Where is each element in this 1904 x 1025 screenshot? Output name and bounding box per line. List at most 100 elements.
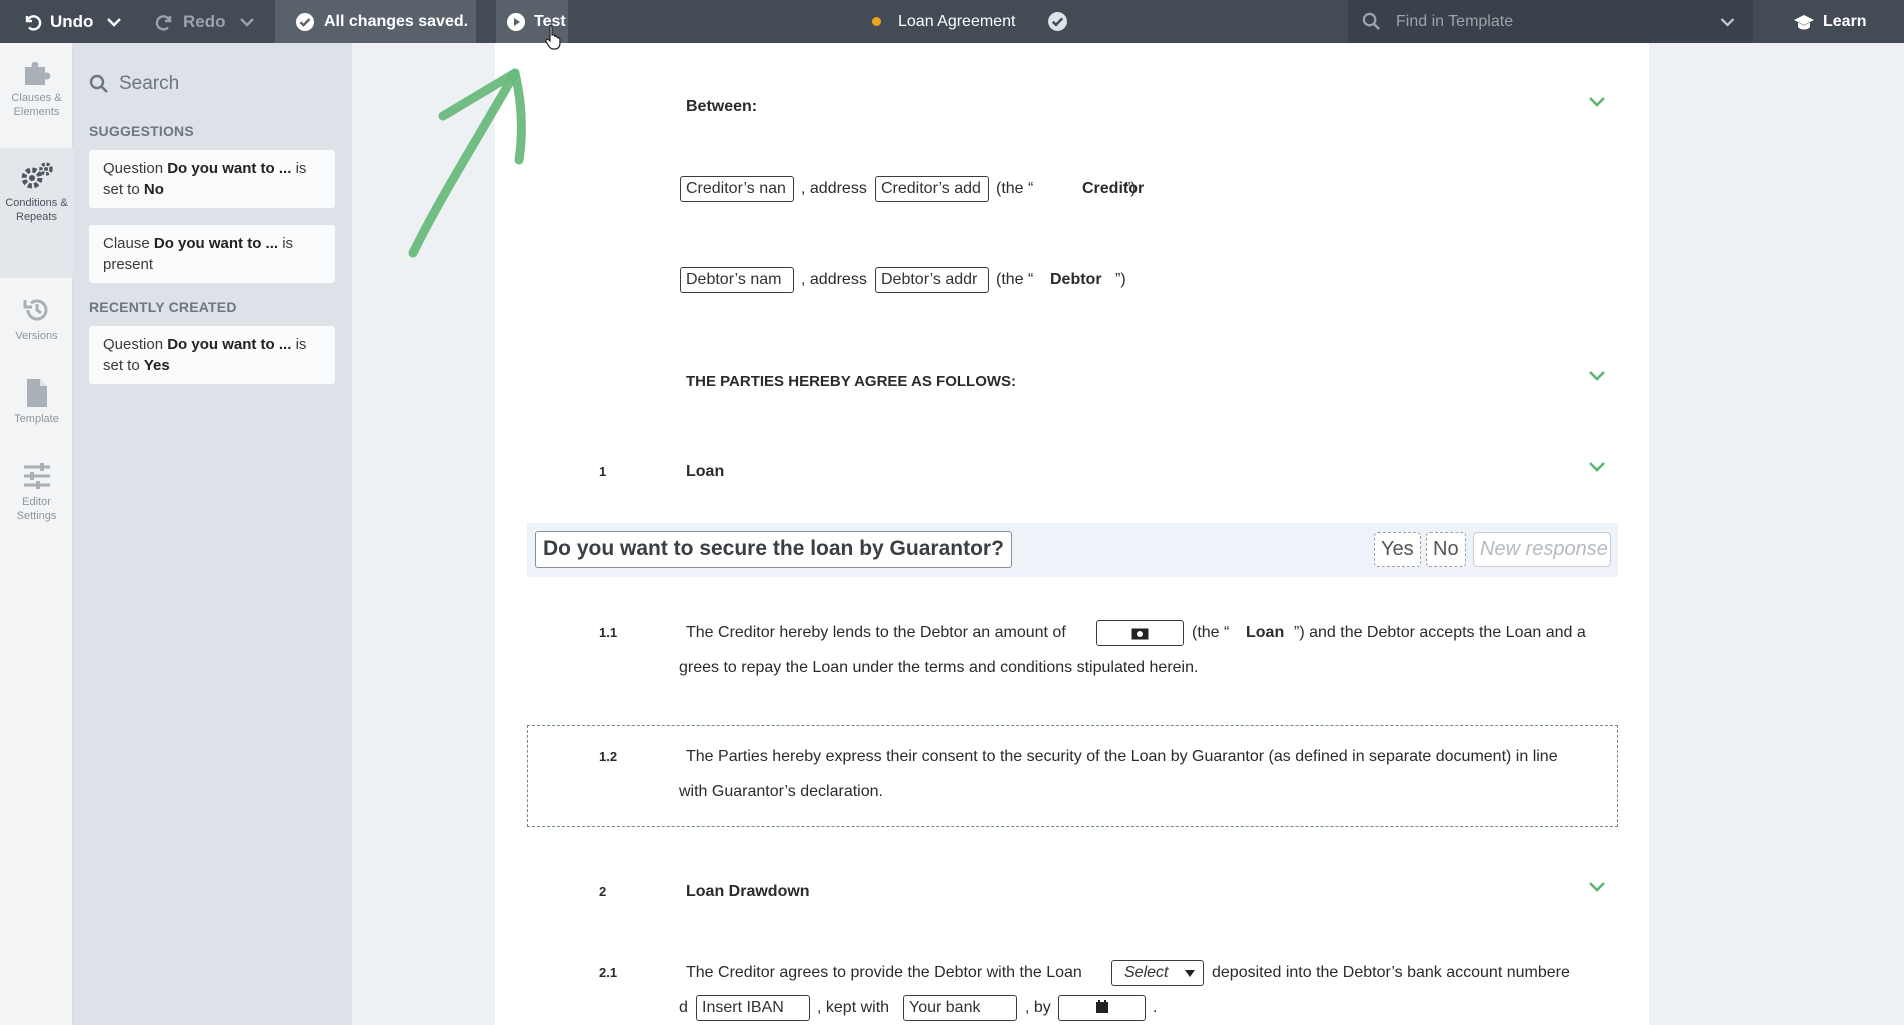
status-dot — [872, 17, 881, 26]
play-circle-icon — [507, 12, 525, 31]
new-response-input[interactable]: New response — [1473, 532, 1611, 567]
clause-text: deposited into the Debtor’s bank account… — [1212, 964, 1570, 981]
redo-label: Redo — [183, 11, 226, 31]
debtor-definition: Debtor — [1050, 271, 1102, 288]
rail-item-clauses[interactable]: Clauses & Elements — [0, 57, 73, 119]
bank-field[interactable]: Your bank — [903, 995, 1017, 1021]
clause-text: , kept with — [817, 999, 890, 1016]
search-icon — [1362, 12, 1380, 30]
clause-text: The Parties hereby express their consent… — [686, 748, 1558, 765]
save-status-label: All changes saved. — [324, 12, 469, 30]
section-title-loan-drawdown: Loan Drawdown — [686, 883, 810, 900]
clause-text: . — [1153, 999, 1158, 1016]
section-number: 2 — [599, 884, 607, 899]
section-title-loan: Loan — [686, 463, 725, 480]
address-text: , address — [801, 180, 867, 197]
the-open-text: (the “ — [996, 271, 1034, 288]
chevron-down-icon[interactable] — [107, 17, 122, 27]
card-prefix: Clause — [103, 235, 150, 252]
clause-text: with Guarantor’s declaration. — [679, 783, 883, 800]
clause-text: grees to repay the Loan under the terms … — [679, 659, 1199, 676]
question-guarantor: Do you want to secure the loan by Guaran… — [527, 523, 1618, 577]
suggestion-card[interactable]: Clause Do you want to ... is present — [89, 225, 335, 283]
clause-text: , by — [1025, 999, 1051, 1016]
between-heading: Between: — [686, 98, 758, 115]
rail-item-conditions[interactable]: Conditions & Repeats — [0, 148, 73, 278]
clause-text: The Creditor hereby lends to the Debtor … — [686, 624, 1066, 641]
clause-number: 2.1 — [599, 965, 618, 980]
option-yes-button[interactable]: Yes — [1374, 532, 1421, 567]
option-no-button[interactable]: No — [1426, 532, 1466, 567]
sliders-icon — [23, 463, 50, 489]
rail-item-versions[interactable]: Versions — [0, 295, 73, 343]
chevron-down-icon[interactable] — [239, 17, 254, 27]
loan-definition: Loan — [1246, 624, 1285, 641]
suggestions-heading: SUGGESTIONS — [89, 123, 194, 139]
address-text: , address — [801, 271, 867, 288]
puzzle-icon — [24, 61, 50, 85]
select-dropdown[interactable]: Select — [1111, 960, 1204, 986]
question-label[interactable]: Do you want to secure the loan by Guaran… — [535, 531, 1012, 568]
creditor-name-field[interactable]: Creditor’s nan — [680, 176, 794, 202]
check-circle-icon — [296, 12, 314, 31]
date-field[interactable] — [1058, 995, 1146, 1021]
clause-text: ”) and the Debtor accepts the Loan and a — [1294, 624, 1586, 641]
chevron-down-icon[interactable] — [1720, 17, 1735, 27]
card-prefix: Question — [103, 160, 164, 177]
redo-icon — [155, 14, 172, 31]
history-icon — [23, 299, 47, 321]
learn-label: Learn — [1823, 12, 1867, 30]
the-close-text: ”) — [1115, 271, 1126, 288]
chevron-down-icon[interactable] — [1588, 461, 1606, 473]
chevron-down-icon[interactable] — [1588, 96, 1606, 108]
learn-button[interactable]: Learn — [1793, 0, 1867, 43]
card-name: Do you want to ... — [167, 336, 292, 353]
rail-label: Editor Settings — [16, 496, 57, 522]
rail-item-template[interactable]: Template — [0, 378, 73, 426]
card-name: Do you want to ... — [167, 160, 292, 177]
section-number: 1 — [599, 464, 607, 479]
conditional-clause-box[interactable] — [527, 725, 1618, 827]
card-value: No — [143, 181, 164, 198]
undo-button[interactable]: Undo — [22, 0, 122, 43]
find-input[interactable]: Find in Template — [1396, 13, 1720, 31]
clause-text: d — [679, 999, 688, 1016]
chevron-down-icon[interactable] — [1588, 881, 1606, 893]
icon-rail: Clauses & Elements Conditions & Repeats … — [0, 43, 73, 1025]
money-icon — [1131, 628, 1149, 640]
caret-down-icon — [1185, 970, 1195, 977]
file-icon — [26, 379, 47, 407]
rail-item-editor-settings[interactable]: Editor Settings — [0, 461, 73, 523]
creditor-address-field[interactable]: Creditor’s add — [875, 176, 989, 202]
rail-label: Conditions & Repeats — [5, 197, 68, 223]
annotation-arrow — [408, 68, 526, 258]
iban-field[interactable]: Insert IBAN — [696, 995, 810, 1021]
undo-icon — [25, 14, 42, 31]
suggestion-card[interactable]: Question Do you want to ... is set to No — [89, 150, 335, 208]
undo-label: Undo — [50, 11, 94, 31]
search-icon — [89, 74, 108, 93]
find-in-template[interactable]: Find in Template — [1348, 0, 1753, 43]
parties-agree-heading: THE PARTIES HEREBY AGREE AS FOLLOWS: — [686, 373, 1017, 390]
redo-button[interactable]: Redo — [155, 0, 254, 43]
amount-field[interactable] — [1096, 620, 1184, 646]
select-value: Select — [1124, 964, 1169, 981]
the-open-text: (the “ — [996, 180, 1034, 197]
check-circle-icon[interactable] — [1047, 11, 1068, 32]
card-prefix: Question — [103, 336, 164, 353]
clause-number: 1.2 — [599, 749, 618, 764]
recent-card[interactable]: Question Do you want to ... is set to Ye… — [89, 326, 335, 384]
document-title: Loan Agreement — [872, 0, 1068, 43]
rail-label: Clauses & Elements — [11, 92, 62, 118]
chevron-down-icon[interactable] — [1588, 370, 1606, 382]
debtor-name-field[interactable]: Debtor’s nam — [680, 267, 794, 293]
card-value: Yes — [143, 357, 170, 374]
rail-label: Template — [14, 413, 59, 425]
rail-label: Versions — [15, 330, 58, 342]
the-close-text: ”) — [1125, 180, 1136, 197]
debtor-address-field[interactable]: Debtor’s addr — [875, 267, 989, 293]
gears-icon — [21, 162, 53, 189]
top-toolbar: Undo Redo All changes saved. Test Loan A… — [0, 0, 1904, 43]
conditions-panel: Search SUGGESTIONS Question Do you want … — [73, 43, 352, 1025]
panel-search-input[interactable]: Search — [89, 73, 179, 95]
